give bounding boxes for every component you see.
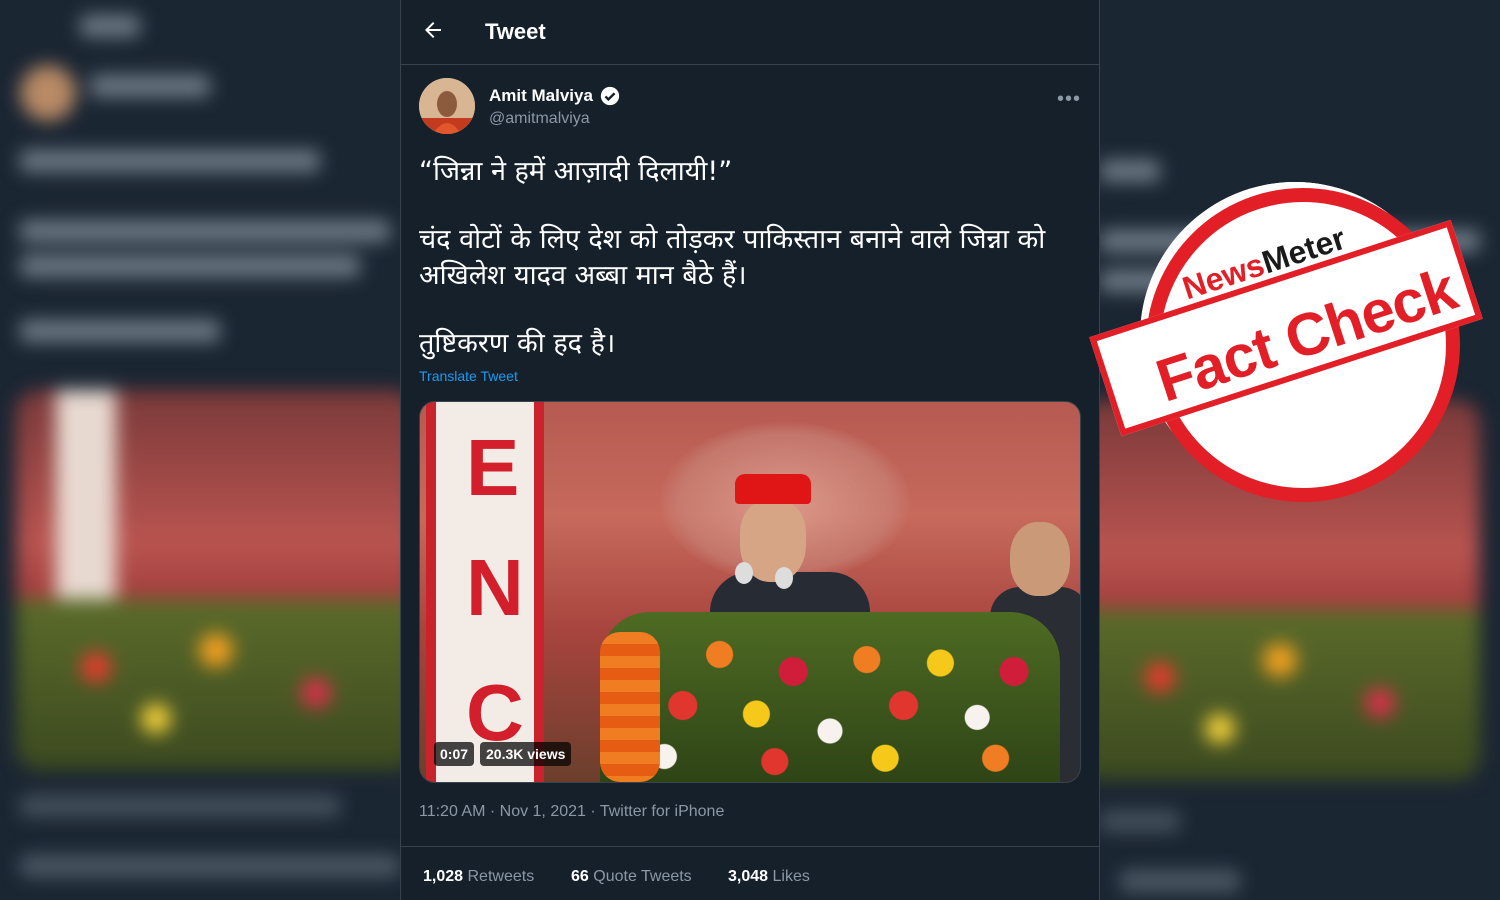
tweet-timestamp[interactable]: 11:20 AM · Nov 1, 2021 · Twitter for iPh… xyxy=(419,803,724,821)
video-views-badge: 20.3K views xyxy=(480,742,572,766)
author-handle[interactable]: @amitmalviya xyxy=(489,110,590,128)
tweet-header: Tweet xyxy=(401,0,1099,65)
retweets-count: 1,028 xyxy=(423,868,464,885)
video-speaker-cap xyxy=(735,474,811,504)
likes-count: 3,048 xyxy=(728,868,769,885)
video-player[interactable]: E N C 0:07 20.3K views xyxy=(419,401,1081,783)
back-arrow-icon[interactable] xyxy=(421,18,445,42)
quote-tweets-label: Quote Tweets xyxy=(593,868,692,885)
translate-tweet-link[interactable]: Translate Tweet xyxy=(419,368,518,384)
tweet-closing-line: तुष्टिकरण की हद है। xyxy=(419,328,616,359)
video-duration-badge: 0:07 xyxy=(434,742,475,766)
author-name[interactable]: Amit Malviya xyxy=(489,86,593,106)
page-title: Tweet xyxy=(485,19,546,44)
avatar-photo-icon xyxy=(419,78,475,134)
tweet-quote-line: “जिन्ना ने हमें आज़ादी दिलायी!” xyxy=(419,156,733,187)
retweets-label: Retweets xyxy=(467,868,535,885)
video-red-pillar: E N C xyxy=(426,402,544,782)
video-flower-podium xyxy=(600,612,1060,782)
quote-tweets-stat[interactable]: 66 Quote Tweets xyxy=(571,868,692,886)
microphone-icon xyxy=(775,567,793,589)
blurred-left-panel xyxy=(0,0,400,900)
microphone-icon xyxy=(735,562,753,584)
tweet-column: Tweet Amit Malviya @amitmalviya ••• “जिन… xyxy=(400,0,1100,900)
verified-badge-icon xyxy=(600,86,620,106)
likes-label: Likes xyxy=(772,868,810,885)
retweets-stat[interactable]: 1,028 Retweets xyxy=(423,868,534,886)
video-man-right-face xyxy=(1010,522,1070,596)
likes-stat[interactable]: 3,048 Likes xyxy=(728,868,810,886)
video-marigold-garland xyxy=(600,632,660,782)
tweet-text: “जिन्ना ने हमें आज़ादी दिलायी!” चंद वोटो… xyxy=(419,154,1079,362)
quote-tweets-count: 66 xyxy=(571,868,589,885)
avatar[interactable] xyxy=(419,78,475,134)
divider xyxy=(401,846,1099,847)
tweet-body-line: चंद वोटों के लिए देश को तोड़कर पाकिस्तान… xyxy=(419,224,1046,291)
more-options-icon[interactable]: ••• xyxy=(1057,88,1081,111)
